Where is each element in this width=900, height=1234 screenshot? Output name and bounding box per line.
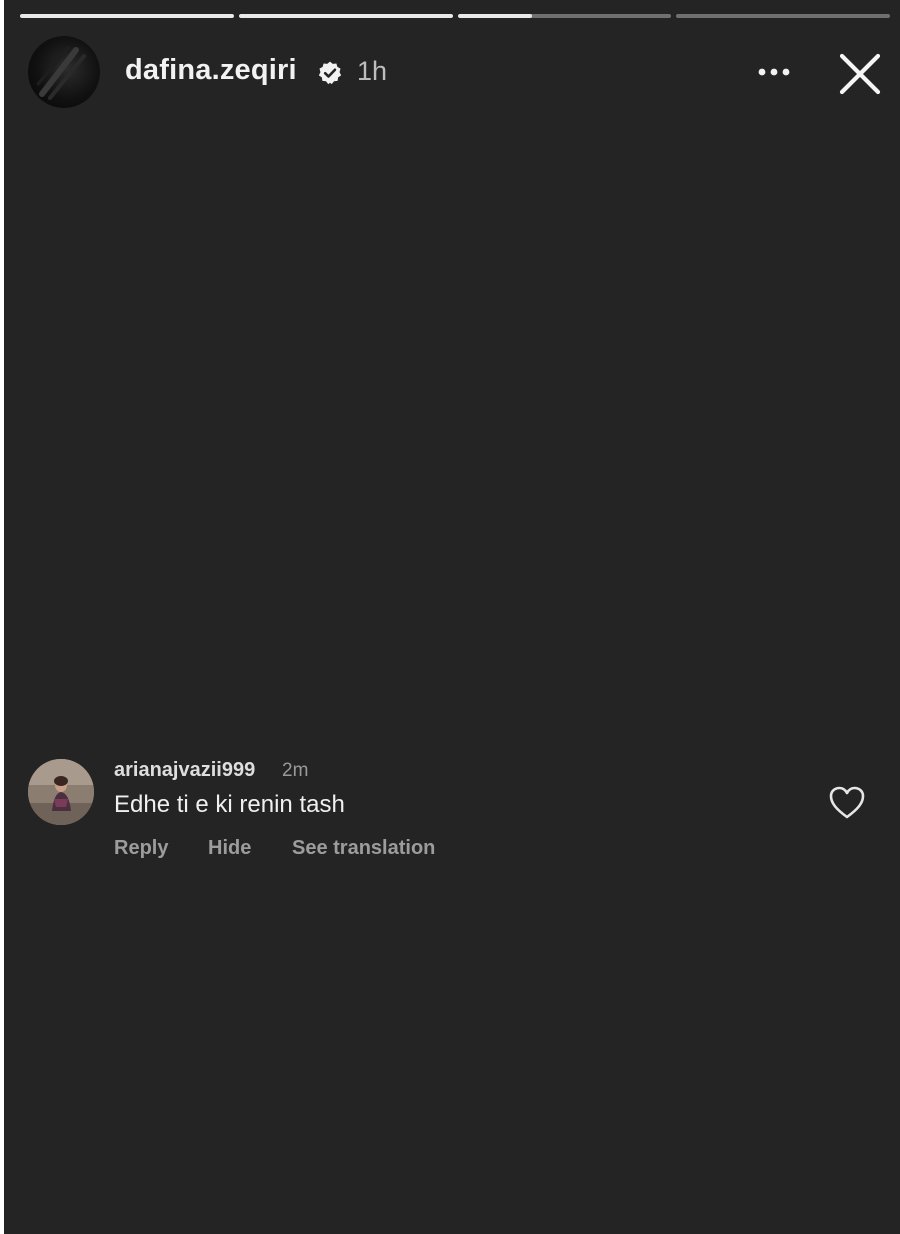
reply-button[interactable]: Reply — [114, 837, 168, 860]
comment-timestamp: 2m — [282, 760, 309, 781]
comment-text: Edhe ti e ki renin tash — [114, 791, 345, 818]
story-header: dafina.zeqiri 1h — [28, 36, 890, 110]
verified-badge-icon — [318, 61, 342, 85]
progress-segment — [238, 14, 453, 18]
story-viewer: dafina.zeqiri 1h arianajvazii999 2m Edhe… — [4, 0, 900, 1234]
author-avatar[interactable] — [28, 36, 100, 108]
close-icon[interactable] — [836, 50, 884, 98]
progress-segment — [457, 14, 672, 18]
see-translation-button[interactable]: See translation — [292, 837, 435, 860]
progress-segment — [20, 14, 234, 18]
profile-avatar-image — [36, 46, 86, 100]
story-timestamp: 1h — [357, 56, 388, 86]
commenter-username[interactable]: arianajvazii999 — [114, 759, 255, 782]
more-horizontal-icon[interactable] — [754, 58, 794, 86]
comment-item: arianajvazii999 2m Edhe ti e ki renin ta… — [28, 755, 878, 875]
commenter-avatar[interactable] — [28, 759, 94, 825]
commenter-avatar-image — [28, 759, 94, 825]
heart-icon[interactable] — [828, 785, 866, 821]
author-username[interactable]: dafina.zeqiri — [125, 54, 297, 87]
progress-segment — [676, 14, 890, 18]
story-progress-bar — [20, 14, 890, 18]
hide-button[interactable]: Hide — [208, 837, 251, 860]
